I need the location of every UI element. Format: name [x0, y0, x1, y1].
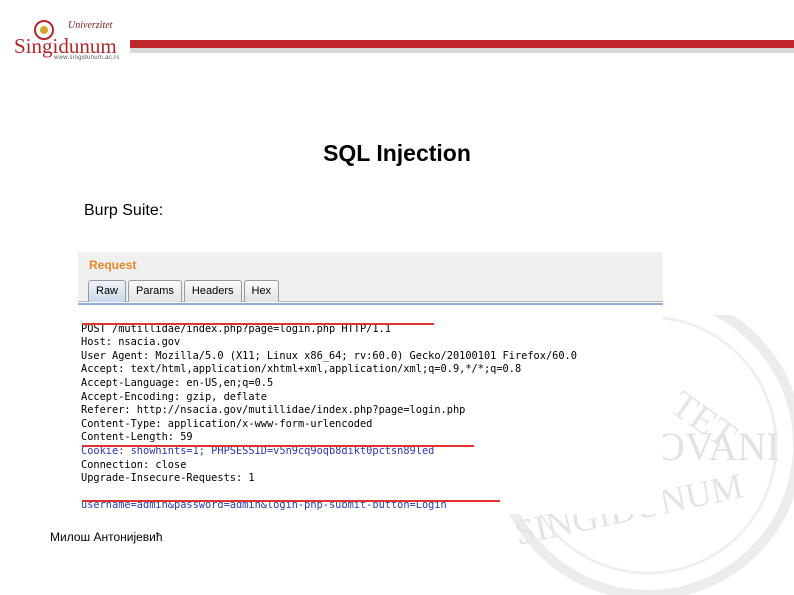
highlight-underline-request-line [82, 323, 434, 325]
highlight-underline-cookie [82, 445, 474, 447]
request-line: Accept-Encoding: gzip, deflate [81, 390, 267, 403]
burp-request-panel: Request Raw Params Headers Hex POST /mut… [78, 252, 663, 514]
tab-raw[interactable]: Raw [88, 280, 127, 302]
burp-panel-header: Request Raw Params Headers Hex [78, 252, 663, 302]
request-line: Referer: http://nsacia.gov/mutillidae/in… [81, 404, 466, 417]
request-line: Host: nsacia.gov [81, 336, 181, 349]
request-line: Accept: text/html,application/xhtml+xml,… [81, 363, 522, 376]
header-bar [130, 40, 794, 48]
logo-university-text: Univerzitet [68, 20, 113, 31]
request-line: Upgrade-Insecure-Requests: 1 [81, 472, 255, 485]
highlight-underline-body [82, 500, 500, 502]
request-line: Content-Length: 59 [81, 431, 193, 444]
request-section-label: Request [89, 258, 137, 272]
tab-headers[interactable]: Headers [183, 280, 242, 302]
request-tabs: Raw Params Headers Hex [88, 280, 281, 302]
watermark-text-middle: OVANI [656, 424, 780, 469]
logo-url-text: www.singidunum.ac.rs [54, 55, 120, 61]
slide-subtitle: Burp Suite: [84, 202, 164, 219]
tab-params[interactable]: Params [128, 280, 182, 302]
request-line: Connection: close [81, 458, 187, 471]
slide-title: SQL Injection [323, 140, 471, 166]
university-logo: Univerzitet Singidunum www.singidunum.ac… [12, 18, 124, 62]
request-lines: POST /mutillidae/index.php?page=login.ph… [81, 309, 577, 513]
request-raw-text[interactable]: POST /mutillidae/index.php?page=login.ph… [78, 303, 663, 514]
header-bar-shadow [130, 48, 794, 53]
request-line: Accept-Language: en-US,en;q=0.5 [81, 376, 274, 389]
request-line: Content-Type: application/x-www-form-url… [81, 417, 373, 430]
footer-author: Милош Антонијевић [50, 530, 163, 544]
request-line: User Agent: Mozilla/5.0 (X11; Linux x86_… [81, 349, 577, 362]
tab-hex[interactable]: Hex [243, 280, 280, 302]
